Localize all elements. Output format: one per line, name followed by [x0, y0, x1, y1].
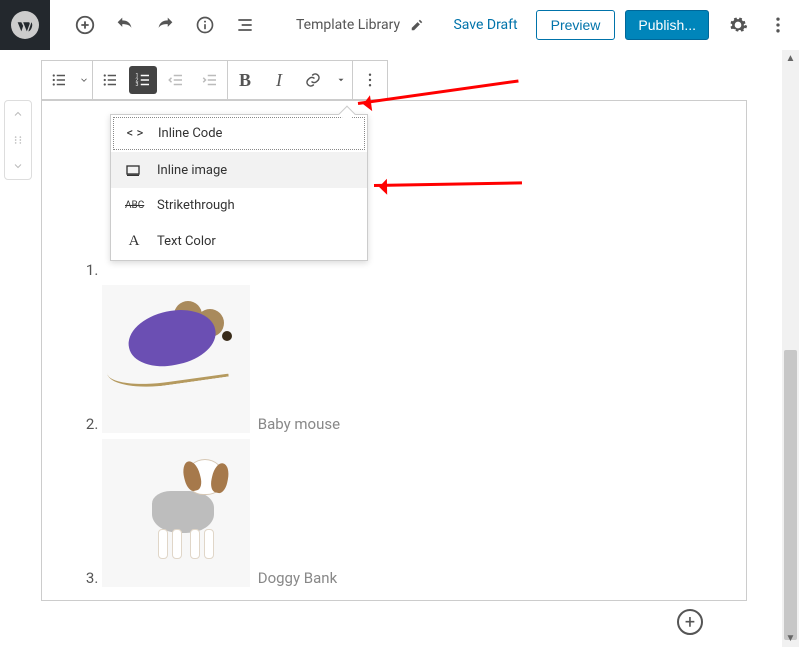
wordpress-logo-icon [11, 11, 39, 39]
document-title: Template Library [296, 17, 400, 33]
add-block-end-icon[interactable]: + [677, 609, 703, 635]
publish-button[interactable]: Publish... [625, 10, 709, 40]
list-block-icon[interactable] [42, 61, 76, 99]
move-up-icon[interactable] [5, 101, 31, 127]
outline-icon[interactable] [234, 14, 256, 36]
block-mover [4, 100, 32, 180]
info-icon[interactable] [194, 14, 216, 36]
image-icon [125, 162, 143, 178]
bulleted-list-icon[interactable] [93, 61, 127, 99]
transform-chevron-icon[interactable] [76, 61, 92, 99]
block-more-icon[interactable] [353, 61, 387, 99]
list-item-2-text: Baby mouse [258, 415, 340, 433]
more-menu-icon[interactable] [767, 14, 789, 36]
edit-title-icon [410, 18, 424, 32]
preview-button[interactable]: Preview [536, 10, 616, 40]
list-item-3[interactable]: Doggy Bank [102, 439, 746, 587]
dropdown-item-label: Inline image [157, 163, 227, 178]
wordpress-logo[interactable] [0, 0, 50, 50]
save-draft-button[interactable]: Save Draft [445, 11, 525, 39]
dropdown-item-label: Text Color [157, 234, 216, 249]
dropdown-item-inline-code[interactable]: < > Inline Code [113, 117, 365, 150]
list-item-3-text: Doggy Bank [258, 569, 337, 587]
code-icon: < > [126, 126, 144, 141]
svg-text:3: 3 [136, 82, 139, 88]
dropdown-item-strikethrough[interactable]: ABC Strikethrough [111, 188, 367, 223]
scroll-thumb[interactable] [784, 350, 797, 640]
textcolor-icon: A [125, 233, 143, 250]
outdent-icon [159, 61, 193, 99]
inline-image-dog[interactable] [102, 439, 250, 587]
strikethrough-icon: ABC [125, 200, 143, 211]
richtext-more-dropdown: < > Inline Code Inline image ABC Striket… [110, 114, 368, 261]
scroll-down-icon[interactable]: ▼ [782, 630, 799, 647]
inline-image-mouse[interactable] [102, 285, 250, 433]
app-root: { "top": { "doc_title": "Template Librar… [0, 0, 799, 647]
top-right-actions: Save Draft Preview Publish... [445, 10, 789, 40]
link-icon[interactable] [296, 61, 330, 99]
top-left-tools [74, 14, 256, 36]
move-down-icon[interactable] [5, 153, 31, 179]
block-toolbar: 123 B I [41, 60, 388, 100]
drag-handle-icon[interactable] [5, 127, 31, 153]
scroll-up-icon[interactable]: ▲ [782, 50, 799, 67]
dropdown-item-inline-image[interactable]: Inline image [111, 152, 367, 188]
italic-icon[interactable]: I [262, 61, 296, 99]
list-item-2[interactable]: Baby mouse [102, 285, 746, 433]
vertical-scrollbar[interactable]: ▲ ▼ [782, 50, 799, 647]
dropdown-item-text-color[interactable]: A Text Color [111, 223, 367, 260]
document-title-wrap[interactable]: Template Library [296, 17, 424, 33]
ordered-list-icon[interactable]: 123 [129, 66, 157, 94]
bold-icon[interactable]: B [228, 61, 262, 99]
settings-gear-icon[interactable] [727, 14, 749, 36]
ordered-list-block[interactable]: Baby mouse Doggy Bank [102, 261, 746, 587]
dropdown-item-label: Inline Code [158, 126, 222, 141]
list-item-1[interactable] [102, 261, 746, 279]
dropdown-item-label: Strikethrough [157, 198, 235, 213]
undo-icon[interactable] [114, 14, 136, 36]
add-block-icon[interactable] [74, 14, 96, 36]
richtext-more-dropdown-icon[interactable] [330, 61, 352, 99]
redo-icon[interactable] [154, 14, 176, 36]
indent-icon [193, 61, 227, 99]
topbar: Template Library Save Draft Preview Publ… [0, 0, 799, 50]
